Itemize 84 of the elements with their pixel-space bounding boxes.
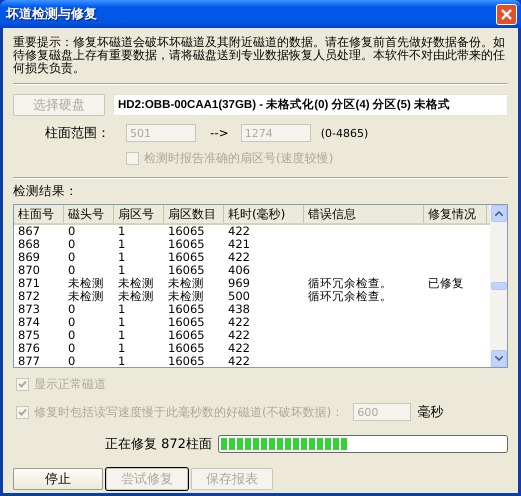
table-cell-text: 未检测	[117, 290, 155, 303]
table-cell-text: 16065	[167, 329, 206, 342]
table-cell-text: 868	[17, 238, 41, 251]
checkbox-label: 检测时报告准确的扇区号(速度较慢)	[144, 150, 334, 167]
table-cell-text: 16065	[167, 355, 206, 367]
table-cell-text: 0	[67, 342, 76, 355]
table-cell-text: 1	[117, 329, 126, 342]
table-cell-text: 1	[117, 225, 126, 238]
table-cell-text: 872	[17, 290, 41, 303]
table-cell-text: 1	[117, 264, 126, 277]
table-cell-text: 1	[117, 238, 126, 251]
stop-button[interactable]: 停止	[13, 468, 103, 490]
table-cell-text: 0	[67, 238, 76, 251]
results-label: 检测结果：	[13, 183, 78, 200]
table-cell-text: 969	[227, 277, 251, 290]
checkbox-label: 修复时包括读写速度慢于此毫秒数的好磁道(不破坏数据)：	[34, 404, 344, 420]
range-label: 柱面范围：	[44, 125, 110, 142]
table-cell-text: 0	[67, 264, 76, 277]
table-cell-text: 873	[17, 303, 41, 316]
table-cell-text: 0	[67, 303, 76, 316]
table-cell-text: 874	[17, 316, 41, 329]
table-cell-text: 未检测	[117, 277, 155, 290]
table-cell-text: 16065	[167, 316, 206, 329]
table-cell-text: 未检测	[67, 290, 105, 303]
table-cell-text: 循环冗余检查。	[307, 290, 393, 303]
chevron-down-icon	[494, 356, 502, 361]
table-cell-text: 1	[117, 303, 126, 316]
column-header[interactable]: 耗时(毫秒)	[224, 205, 304, 223]
table-cell-text: 循环冗余检查。	[307, 277, 393, 290]
unit-label: 毫秒	[417, 404, 444, 421]
table-cell-text: 422	[227, 329, 251, 342]
column-header[interactable]: 修复情况	[424, 205, 487, 223]
range-arrow: -->	[210, 126, 229, 140]
table-cell-text: 16065	[167, 251, 206, 264]
range-hint: (0-4865)	[320, 126, 368, 140]
table-cell-text: 0	[67, 355, 76, 367]
table-cell-text: 16065	[167, 303, 206, 316]
column-header[interactable]: 扇区数目	[164, 205, 224, 223]
table-cell-text: 870	[17, 264, 41, 277]
table-cell-text: 1	[117, 355, 126, 367]
table-cell-text: 500	[227, 290, 251, 303]
table-cell-text: 0	[67, 251, 76, 264]
table-cell-text: 406	[227, 264, 251, 277]
warning-text: 重要提示：修复坏磁道会破坏坏磁道及其附近磁道的数据。请在修复前首先做好数据备份。如待修复磁盘上存有重要数据，请将磁盘送到专业数据恢复人员处理。本软件不对由此带来的任何损失负责。	[13, 36, 506, 75]
table-cell-text: 未检测	[167, 290, 205, 303]
table-cell-text: 867	[17, 225, 41, 238]
table-cell-text: 438	[227, 303, 251, 316]
chevron-up-icon	[494, 211, 502, 216]
table-cell-text: 0	[67, 316, 76, 329]
progress-label: 正在修复 872柱面	[105, 436, 212, 453]
table-cell-text: 876	[17, 342, 41, 355]
column-header[interactable]: 磁头号	[64, 205, 114, 223]
table-cell-text: 422	[227, 316, 251, 329]
table-cell-text: 16065	[167, 238, 206, 251]
disk-info: HD2:OBB-00CAA1(37GB) - 未格式化(0) 分区(4) 分区(5) 未格式	[113, 94, 508, 116]
window-title: 坏道检测与修复	[6, 6, 97, 23]
table-cell-text: 871	[17, 277, 41, 290]
table-cell-text: 869	[17, 251, 41, 264]
column-header[interactable]: 扇区号	[114, 205, 164, 223]
table-cell-text: 421	[227, 238, 251, 251]
table-cell-text: 16065	[167, 225, 206, 238]
table-cell-text: 未检测	[167, 277, 205, 290]
table-cell-text: 875	[17, 329, 41, 342]
table-cell-text: 0	[67, 225, 76, 238]
table-cell-text: 422	[227, 251, 251, 264]
table-cell-text: 1	[117, 251, 126, 264]
table-cell-text: 未检测	[67, 277, 105, 290]
table-cell-text: 16065	[167, 342, 206, 355]
table-cell-text: 422	[227, 225, 251, 238]
table-cell-text: 已修复	[427, 277, 465, 290]
column-header[interactable]: 错误信息	[304, 205, 424, 223]
table-cell-text: 1	[117, 342, 126, 355]
table-cell-text: 1	[117, 316, 126, 329]
table-cell-text: 16065	[167, 264, 206, 277]
checkbox-label: 显示正常磁道	[34, 376, 106, 393]
scrollbar-thumb[interactable]	[490, 282, 506, 290]
table-cell-text: 877	[17, 355, 41, 367]
close-icon[interactable]	[496, 4, 517, 24]
column-header[interactable]: 柱面号	[14, 205, 64, 223]
scroll-up-button[interactable]	[490, 205, 506, 222]
table-cell-text: 422	[227, 342, 251, 355]
table-cell-text: 0	[67, 329, 76, 342]
scroll-down-button[interactable]	[490, 350, 506, 367]
table-cell-text: 422	[227, 355, 251, 367]
